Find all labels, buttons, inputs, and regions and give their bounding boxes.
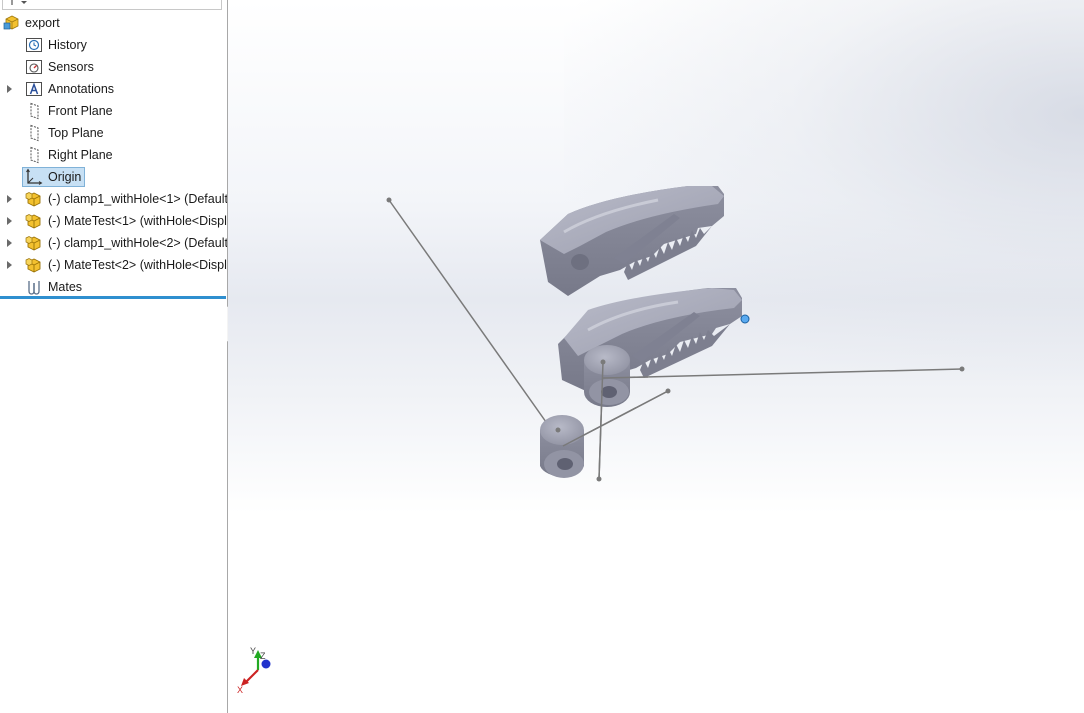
feature-manager-tree: export History Sensors Annotations Front… [0,0,227,713]
tree-item-label: Sensors [48,60,94,74]
tree-item-sensors[interactable]: Sensors [0,56,227,78]
tree-item-origin[interactable]: Origin [0,166,227,188]
view-orientation-triad: Y Z X [237,646,271,695]
tree-item-mates[interactable]: Mates [0,276,227,298]
triad-z-label: Z [260,651,266,661]
pin-cylinder-upper[interactable] [584,345,630,407]
tree-item-label: Right Plane [48,148,113,162]
tree-filter-box[interactable] [2,0,222,10]
tree-root-label: export [25,16,60,30]
clamp-part-upper[interactable] [540,186,724,296]
expand-arrow-icon[interactable] [7,261,12,269]
annotations-icon [26,82,42,96]
part-icon [25,192,41,207]
model-scene[interactable]: Y Z X [228,0,1084,713]
tree-item-top-plane[interactable]: Top Plane [0,122,227,144]
part-icon [25,236,41,251]
plane-icon [30,102,39,120]
tree-item-label: (-) clamp1_withHole<1> (Default< [48,192,227,206]
triad-x-label: X [237,685,243,695]
tree-item-label: Origin [48,170,82,184]
tree-item-label: (-) clamp1_withHole<2> (Default< [48,236,227,250]
plane-icon [30,124,39,142]
tree-item-clamp1-withhole-1[interactable]: (-) clamp1_withHole<1> (Default< [0,188,227,210]
pin-cylinder-lower[interactable] [540,415,584,478]
tree-rollback-bar[interactable] [0,296,226,299]
tree-item-history[interactable]: History [0,34,227,56]
plane-icon [30,146,39,164]
expand-arrow-icon[interactable] [7,195,12,203]
sketch-point[interactable] [386,197,392,203]
tree-item-label: Annotations [48,82,115,96]
assembly-icon [3,15,19,30]
tree-item-label: Top Plane [48,126,104,140]
tree-item-label: Front Plane [48,104,113,118]
tree-item-annotations[interactable]: Annotations [0,78,227,100]
expand-arrow-icon[interactable] [7,85,12,93]
expand-arrow-icon[interactable] [7,217,12,225]
origin-icon [26,168,43,185]
tree-item-label: (-) MateTest<2> (withHole<Displa [48,258,227,272]
highlighted-vertex[interactable] [740,314,750,324]
sketch-point[interactable] [959,366,965,372]
tree-item-front-plane[interactable]: Front Plane [0,100,227,122]
sensors-icon [26,60,42,74]
tree-item-label: Mates [48,280,83,294]
history-icon [26,38,42,52]
graphics-viewport[interactable]: Y Z X [228,0,1084,713]
tree-item-label: (-) MateTest<1> (withHole<Displa [48,214,227,228]
mates-icon [28,281,40,295]
expand-arrow-icon[interactable] [7,239,12,247]
sketch-point[interactable] [600,359,606,365]
part-icon [25,214,41,229]
sketch-point[interactable] [555,427,561,433]
triad-y-label: Y [250,646,256,656]
tree-item-matetest-1[interactable]: (-) MateTest<1> (withHole<Displa [0,210,227,232]
tree-root-export[interactable]: export [0,12,227,34]
tree-item-matetest-2[interactable]: (-) MateTest<2> (withHole<Displa [0,254,227,276]
tree-item-label: History [48,38,87,52]
tree-item-clamp1-withhole-2[interactable]: (-) clamp1_withHole<2> (Default< [0,232,227,254]
sketch-line[interactable] [388,199,564,447]
tree-item-right-plane[interactable]: Right Plane [0,144,227,166]
filter-icon[interactable] [9,0,31,9]
part-icon [25,258,41,273]
